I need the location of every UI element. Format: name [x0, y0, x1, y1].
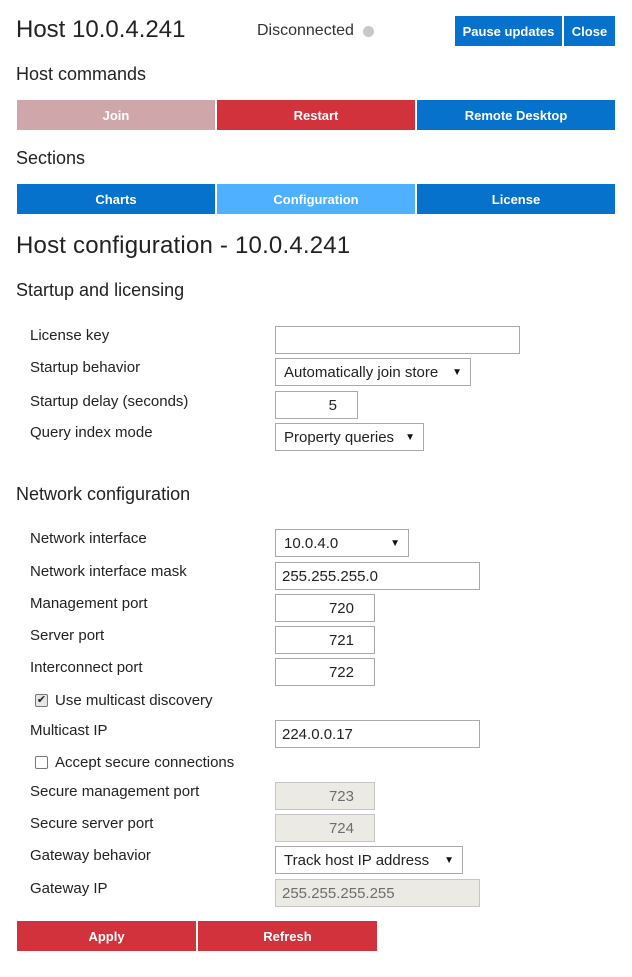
secure-server-port-input[interactable]: 724	[275, 814, 375, 842]
checkmark-icon: ✔	[36, 694, 47, 706]
interconnect-port-label: Interconnect port	[30, 659, 143, 676]
network-interface-value: 10.0.4.0	[284, 534, 339, 552]
tab-charts[interactable]: Charts	[17, 184, 215, 214]
caret-down-icon: ▼	[405, 431, 415, 443]
gateway-ip-input[interactable]: 255.255.255.255	[275, 879, 480, 907]
page-title: Host configuration - 10.0.4.241	[16, 232, 351, 259]
pause-updates-button[interactable]: Pause updates	[455, 16, 562, 46]
gateway-behavior-select[interactable]: Track host IP address ▼	[275, 846, 463, 874]
caret-down-icon: ▼	[444, 854, 454, 866]
mask-label: Network interface mask	[30, 563, 187, 580]
startup-delay-input[interactable]: 5	[275, 391, 358, 419]
tab-license[interactable]: License	[417, 184, 615, 214]
caret-down-icon: ▼	[390, 537, 400, 549]
query-index-select[interactable]: Property queries ▼	[275, 423, 424, 451]
query-index-value: Property queries	[284, 428, 395, 446]
secure-server-port-label: Secure server port	[30, 815, 154, 832]
apply-button[interactable]: Apply	[17, 921, 196, 951]
multicast-discovery-label: Use multicast discovery	[55, 692, 213, 709]
server-port-label: Server port	[30, 627, 105, 644]
sections-heading: Sections	[16, 148, 86, 168]
management-port-label: Management port	[30, 595, 148, 612]
multicast-ip-input[interactable]: 224.0.0.17	[275, 720, 480, 748]
connection-status: Disconnected	[257, 22, 354, 39]
network-heading: Network configuration	[16, 484, 191, 504]
network-interface-select[interactable]: 10.0.4.0 ▼	[275, 529, 409, 557]
caret-down-icon: ▼	[452, 366, 462, 378]
host-title: Host 10.0.4.241	[16, 16, 186, 43]
join-button[interactable]: Join	[17, 100, 215, 130]
query-index-label: Query index mode	[30, 424, 153, 441]
server-port-input[interactable]: 721	[275, 626, 375, 654]
gateway-ip-label: Gateway IP	[30, 880, 108, 897]
secure-connections-checkbox[interactable]	[35, 756, 48, 769]
startup-behavior-label: Startup behavior	[30, 359, 141, 376]
tab-configuration[interactable]: Configuration	[217, 184, 415, 214]
network-interface-label: Network interface	[30, 530, 147, 547]
multicast-ip-label: Multicast IP	[30, 722, 108, 739]
secure-management-port-label: Secure management port	[30, 783, 200, 800]
startup-heading: Startup and licensing	[16, 280, 185, 300]
gateway-behavior-value: Track host IP address	[284, 851, 430, 869]
startup-behavior-value: Automatically join store	[284, 363, 439, 381]
interconnect-port-input[interactable]: 722	[275, 658, 375, 686]
license-key-input[interactable]	[275, 326, 520, 354]
mask-input[interactable]: 255.255.255.0	[275, 562, 480, 590]
management-port-input[interactable]: 720	[275, 594, 375, 622]
restart-button[interactable]: Restart	[217, 100, 415, 130]
secure-connections-label: Accept secure connections	[55, 754, 235, 771]
host-commands-heading: Host commands	[16, 64, 147, 84]
gateway-behavior-label: Gateway behavior	[30, 847, 151, 864]
close-button[interactable]: Close	[564, 16, 615, 46]
license-key-label: License key	[30, 327, 110, 344]
remote-desktop-button[interactable]: Remote Desktop	[417, 100, 615, 130]
secure-management-port-input[interactable]: 723	[275, 782, 375, 810]
multicast-discovery-checkbox[interactable]: ✔	[35, 694, 48, 707]
startup-delay-label: Startup delay (seconds)	[30, 393, 189, 410]
refresh-button[interactable]: Refresh	[198, 921, 377, 951]
status-dot-icon	[363, 26, 374, 37]
startup-behavior-select[interactable]: Automatically join store ▼	[275, 358, 471, 386]
